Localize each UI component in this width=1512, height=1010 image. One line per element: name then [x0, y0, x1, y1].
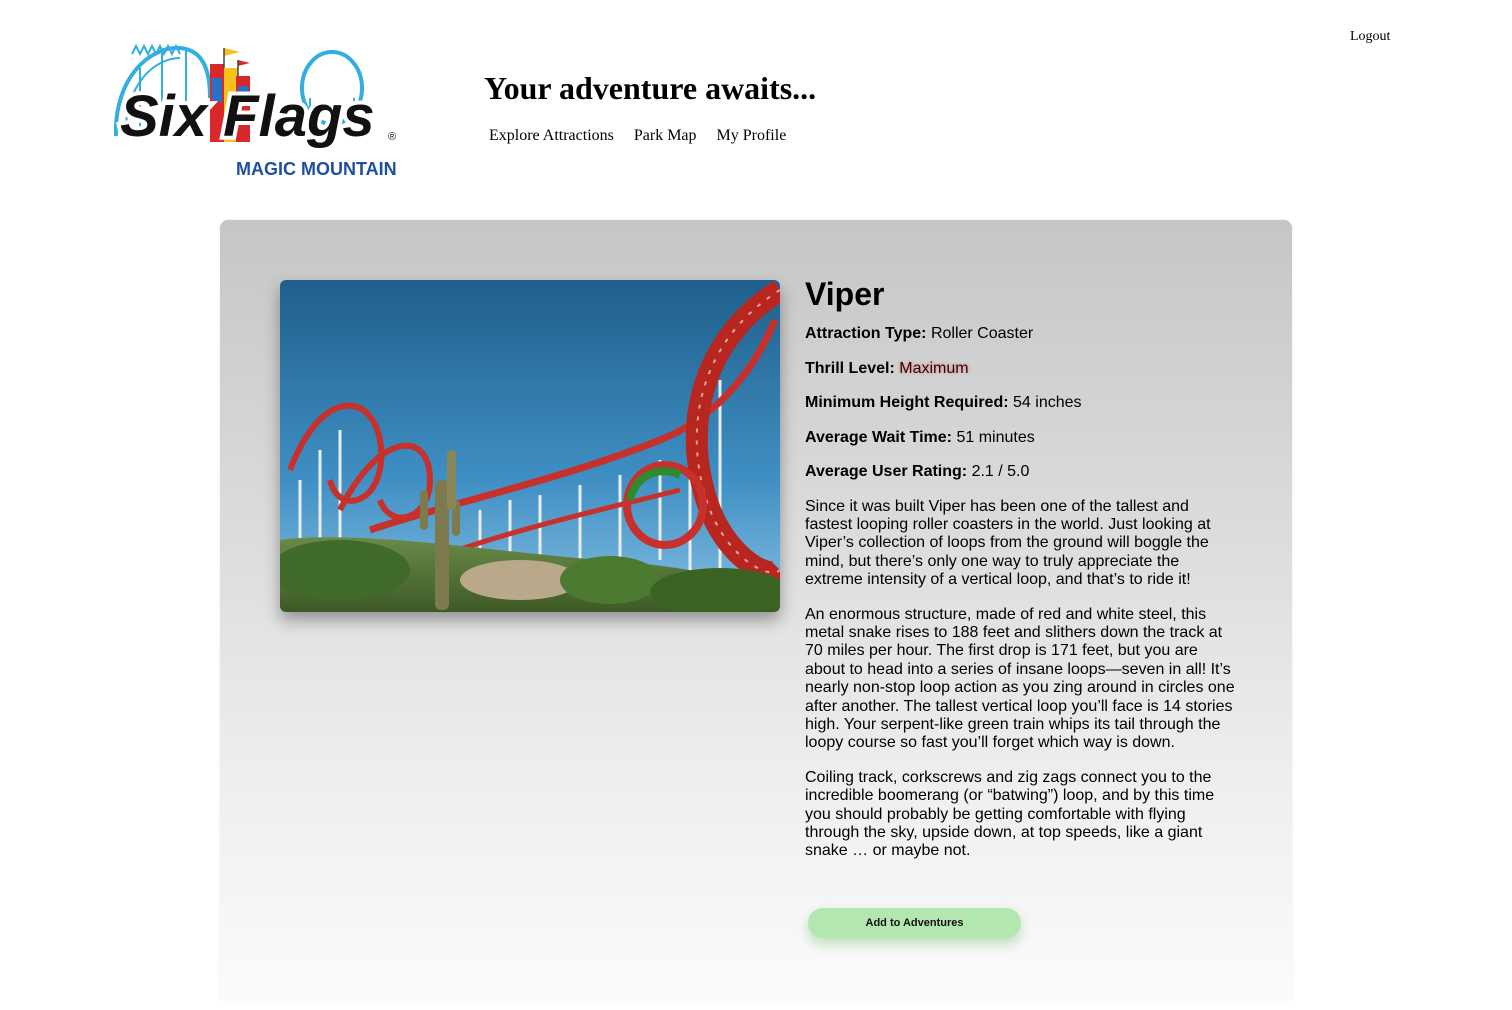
thrill-level-label: Thrill Level: [805, 359, 895, 377]
description-paragraph: Since it was built Viper has been one of… [805, 497, 1211, 589]
attraction-name: Viper [805, 276, 885, 312]
logout-link[interactable]: Logout [1350, 29, 1390, 45]
description-paragraph: Coiling track, corkscrews and zig zags c… [805, 768, 1215, 860]
attraction-details: Viper Attraction Type: Roller Coaster Th… [805, 275, 1235, 877]
minimum-height: Minimum Height Required: 54 inches [805, 394, 1235, 413]
nav-explore-attractions[interactable]: Explore Attractions [489, 127, 614, 145]
description-paragraph: An enormous structure, made of red and w… [805, 605, 1235, 752]
thrill-level: Thrill Level: Maximum [805, 360, 1235, 379]
average-user-rating-value: 2.1 / 5.0 [971, 463, 1030, 480]
svg-text:®: ® [388, 131, 396, 143]
minimum-height-value: 54 inches [1013, 394, 1082, 411]
main-nav: Explore Attractions Park Map My Profile [489, 127, 786, 145]
page-tagline: Your adventure awaits... [484, 70, 817, 106]
average-user-rating: Average User Rating: 2.1 / 5.0 [805, 463, 1235, 482]
attraction-type-value: Roller Coaster [930, 325, 1034, 342]
minimum-height-label: Minimum Height Required: [805, 394, 1009, 411]
logo-park-name: MAGIC MOUNTAIN [236, 159, 397, 179]
average-wait-time-value: 51 minutes [956, 428, 1035, 446]
add-to-adventures-button[interactable]: Add to Adventures [808, 908, 1021, 938]
svg-text:Six Flags: Six Flags [120, 84, 375, 149]
attraction-photo [280, 280, 780, 612]
attraction-type: Attraction Type: Roller Coaster [805, 325, 1235, 344]
six-flags-logo[interactable]: Six Flags Six Flags ® MAGIC MOUNTAIN [110, 38, 410, 180]
average-wait-time: Average Wait Time: 51 minutes [805, 429, 1235, 448]
attraction-type-label: Attraction Type: [805, 325, 927, 342]
average-wait-time-label: Average Wait Time: [805, 428, 953, 446]
nav-my-profile[interactable]: My Profile [717, 127, 787, 145]
average-user-rating-label: Average User Rating: [805, 463, 968, 480]
roller-coaster-photo-icon [280, 280, 780, 612]
thrill-level-value: Maximum [899, 359, 969, 377]
nav-park-map[interactable]: Park Map [634, 127, 697, 145]
attraction-card: Viper Attraction Type: Roller Coaster Th… [220, 220, 1292, 1001]
